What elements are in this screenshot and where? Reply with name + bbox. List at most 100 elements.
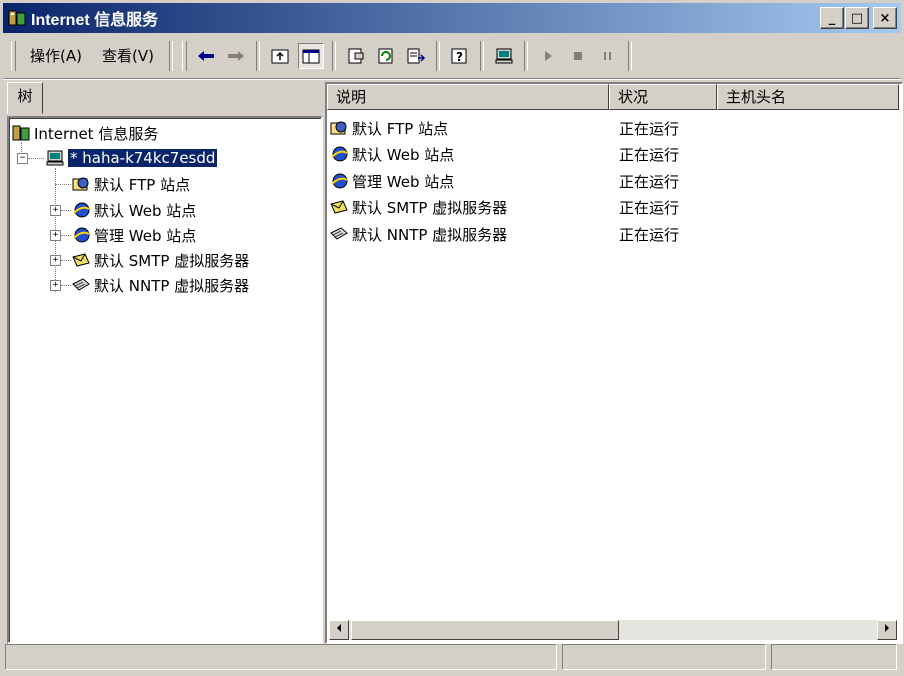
iis-root-icon	[12, 125, 30, 141]
menu-action[interactable]: 操作(A)	[20, 43, 92, 69]
scroll-left-button[interactable]	[329, 620, 349, 640]
tree-label-smtp: 默认 SMTP 虚拟服务器	[94, 251, 250, 270]
close-button[interactable]: ×	[873, 7, 897, 29]
list-row[interactable]: 默认 SMTP 虚拟服务器 正在运行	[329, 195, 889, 219]
toolbar-grip[interactable]	[11, 41, 16, 71]
arrow-right-icon	[885, 624, 889, 632]
tree-label-root: Internet 信息服务	[34, 124, 159, 143]
column-header-description[interactable]: 说明	[327, 84, 609, 110]
back-icon[interactable]	[194, 44, 218, 68]
arrow-left-icon	[337, 624, 341, 632]
status-panel-2	[562, 644, 766, 670]
tree-connector	[61, 210, 71, 211]
horizontal-scrollbar[interactable]	[329, 620, 897, 640]
ftp-site-icon	[72, 177, 89, 191]
toolbar-divider	[3, 78, 901, 80]
tree-item-computer[interactable]: * haha-k74kc7esdd	[45, 147, 218, 169]
up-folder-icon[interactable]	[268, 44, 292, 68]
export-list-icon[interactable]	[404, 44, 428, 68]
nntp-icon	[330, 227, 348, 240]
tree-item-smtp[interactable]: 默认 SMTP 虚拟服务器	[71, 249, 249, 271]
list-row-status: 正在运行	[619, 172, 680, 191]
tree-connector	[55, 184, 71, 185]
tree-item-admin-web[interactable]: 管理 Web 站点	[71, 224, 196, 246]
list-row-name: 默认 NNTP 虚拟服务器	[352, 225, 508, 244]
column-header-host[interactable]: 主机头名	[717, 84, 899, 110]
expand-icon[interactable]: +	[50, 205, 61, 216]
menu-view[interactable]: 查看(V)	[92, 43, 164, 69]
expand-icon[interactable]: +	[50, 230, 61, 241]
list-row-status: 正在运行	[619, 198, 680, 217]
pause-icon[interactable]	[596, 44, 620, 68]
stop-icon[interactable]	[566, 44, 590, 68]
title-bar[interactable]: Internet 信息服务 _ □ ×	[3, 3, 901, 33]
computer-icon	[46, 150, 64, 166]
tree-item-default-web[interactable]: 默认 Web 站点	[71, 199, 196, 221]
tab-tree[interactable]: 树	[7, 82, 43, 114]
tree-connector	[61, 285, 71, 286]
list-row-name: 默认 FTP 站点	[352, 119, 449, 138]
properties-icon[interactable]	[344, 44, 368, 68]
nntp-icon	[72, 278, 90, 291]
tab-strip: 树	[7, 82, 325, 114]
toolbar-separator	[435, 41, 440, 71]
toolbar-separator	[331, 41, 336, 71]
status-panel-main	[5, 644, 557, 670]
expand-icon[interactable]: +	[50, 255, 61, 266]
expand-icon[interactable]: +	[50, 280, 61, 291]
toolbar-separator	[255, 41, 260, 71]
web-site-icon	[73, 227, 90, 243]
tree-label-ftp: 默认 FTP 站点	[94, 175, 191, 194]
list-row[interactable]: 管理 Web 站点 正在运行	[329, 169, 889, 193]
show-tree-icon[interactable]	[297, 43, 324, 69]
toolbar-grip[interactable]	[181, 41, 187, 71]
toolbar: 操作(A) 查看(V) ?	[7, 37, 897, 75]
tree-label-admin-web: 管理 Web 站点	[94, 226, 197, 245]
list-pane[interactable]: 说明 状况 主机头名 默认 FTP 站点 正在运行 默认 Web 站点 正在运行…	[325, 82, 903, 644]
tree-connector	[61, 235, 71, 236]
window-title: Internet 信息服务	[31, 12, 159, 29]
column-header-status[interactable]: 状况	[609, 84, 717, 110]
svg-text:?: ?	[456, 50, 463, 64]
close-icon: ×	[879, 10, 891, 26]
tree-pane[interactable]: Internet 信息服务 − * haha-k74kc7esdd 默认 FTP…	[7, 116, 323, 644]
tree-label-nntp: 默认 NNTP 虚拟服务器	[94, 276, 250, 295]
web-site-icon	[331, 173, 348, 189]
list-row-status: 正在运行	[619, 225, 680, 244]
tree-item-root[interactable]: Internet 信息服务	[11, 122, 158, 144]
iis-app-icon	[8, 10, 26, 26]
scroll-right-button[interactable]	[877, 620, 897, 640]
list-row-name: 默认 Web 站点	[352, 145, 455, 164]
tree-item-ftp[interactable]: 默认 FTP 站点	[71, 173, 190, 195]
tree-connector	[61, 260, 71, 261]
forward-icon[interactable]	[224, 44, 248, 68]
web-site-icon	[73, 202, 90, 218]
toolbar-separator	[627, 41, 632, 71]
list-row-name: 管理 Web 站点	[352, 172, 455, 191]
minimize-button[interactable]: _	[820, 7, 844, 29]
list-row[interactable]: 默认 Web 站点 正在运行	[329, 142, 889, 166]
toolbar-separator	[479, 41, 484, 71]
help-icon[interactable]: ?	[448, 44, 472, 68]
computer-icon[interactable]	[492, 44, 516, 68]
list-row[interactable]: 默认 FTP 站点 正在运行	[329, 116, 889, 140]
iis-window: Internet 信息服务 _ □ × 操作(A) 查看(V) ? 树 Inte…	[0, 0, 904, 676]
scroll-thumb[interactable]	[351, 620, 619, 640]
collapse-icon[interactable]: −	[17, 153, 28, 164]
play-icon[interactable]	[536, 44, 560, 68]
list-row-status: 正在运行	[619, 119, 680, 138]
minimize-icon: _	[828, 10, 836, 26]
tree-item-nntp[interactable]: 默认 NNTP 虚拟服务器	[71, 274, 249, 296]
list-row-status: 正在运行	[619, 145, 680, 164]
list-row[interactable]: 默认 NNTP 虚拟服务器 正在运行	[329, 222, 889, 246]
refresh-icon[interactable]	[374, 44, 398, 68]
smtp-icon	[72, 253, 90, 267]
ftp-site-icon	[330, 121, 347, 135]
smtp-icon	[330, 200, 348, 214]
status-bar	[5, 644, 899, 672]
web-site-icon	[331, 146, 348, 162]
list-row-name: 默认 SMTP 虚拟服务器	[352, 198, 508, 217]
maximize-icon: □	[850, 10, 864, 26]
maximize-button[interactable]: □	[845, 7, 869, 29]
toolbar-separator	[168, 41, 173, 71]
